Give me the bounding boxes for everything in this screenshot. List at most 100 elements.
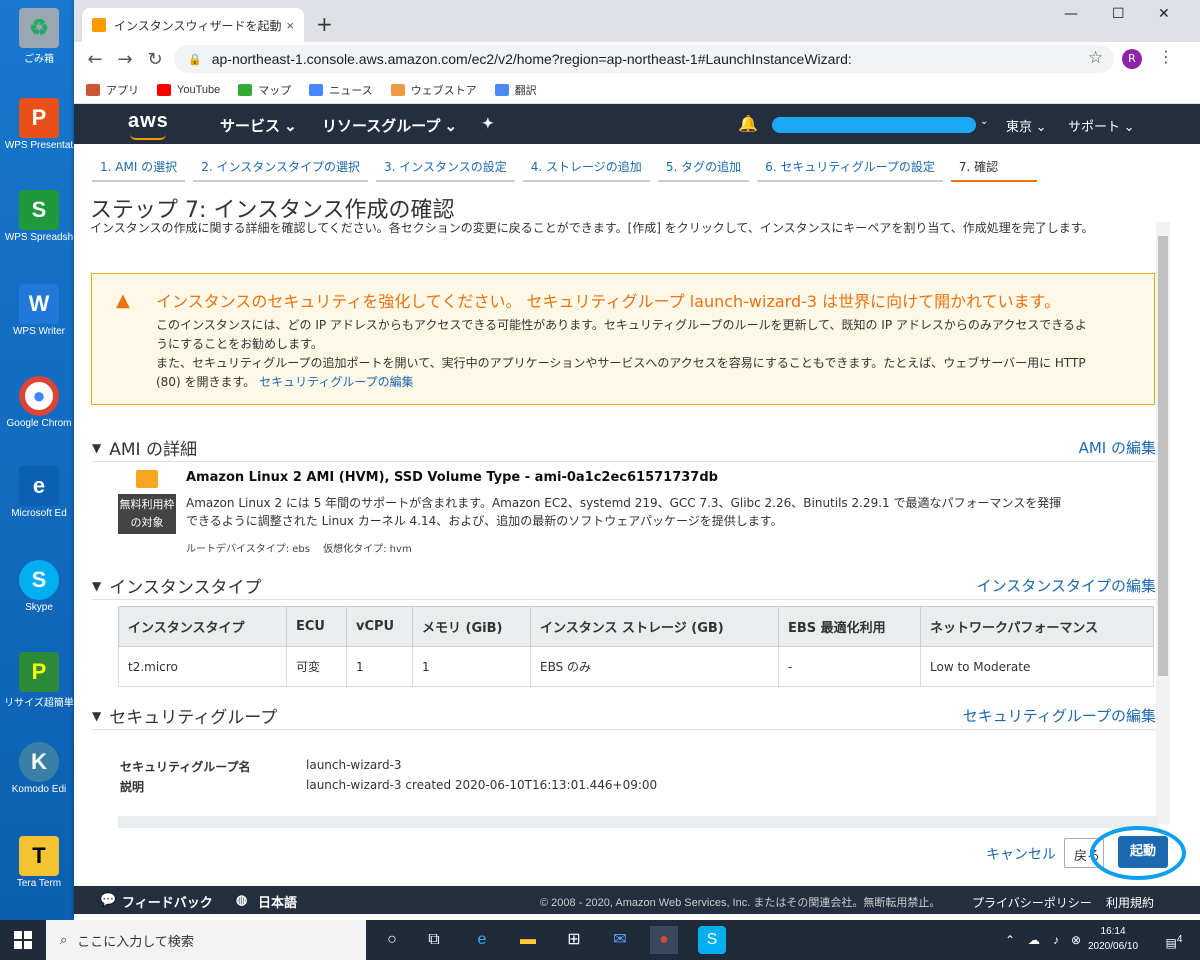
maps-icon: [238, 83, 253, 96]
ime-icon[interactable]: ⊗: [1062, 926, 1090, 954]
edit-security-group-section-link[interactable]: セキュリティグループの編集: [963, 705, 1156, 726]
pin-icon[interactable]: ✦: [482, 115, 494, 132]
tera-term-icon[interactable]: T Tera Term: [4, 836, 74, 889]
bookmark-news[interactable]: ニュース: [309, 82, 373, 98]
window-close-icon[interactable]: ✕: [1158, 6, 1170, 22]
active-tab[interactable]: インスタンスウィザードを起動 | EC2 M ×: [82, 8, 304, 42]
ami-description: Amazon Linux 2 には 5 年間のサポートが含まれます。Amazon…: [186, 496, 1062, 528]
resize-app-icon[interactable]: P リサイズ超簡単: [4, 652, 74, 709]
cortana-icon[interactable]: ○: [378, 926, 406, 954]
cancel-button[interactable]: キャンセル: [986, 844, 1056, 864]
bookmark-star-icon[interactable]: ☆: [1088, 48, 1103, 68]
scrollbar[interactable]: [1156, 222, 1170, 824]
sg-name-label: セキュリティグループ名: [120, 760, 251, 774]
news-icon: [309, 83, 324, 96]
google-chrome-icon[interactable]: ● Google Chrom: [4, 376, 74, 429]
account-chevron-icon[interactable]: ⌄: [980, 116, 988, 127]
step-ami[interactable]: 1. AMI の選択: [92, 152, 186, 182]
sg-desc-value: launch-wizard-3 created 2020-06-10T16:13…: [306, 778, 658, 792]
wps-writer-icon[interactable]: W WPS Writer: [4, 284, 74, 337]
edge-taskbar-icon[interactable]: e: [468, 926, 496, 954]
services-menu[interactable]: サービス ⌄: [220, 115, 297, 136]
new-tab-button[interactable]: +: [316, 12, 333, 36]
collapse-triangle-icon[interactable]: ▼: [92, 709, 101, 723]
security-group-section-header: ▼ セキュリティグループ セキュリティグループの編集: [92, 702, 1156, 730]
privacy-link[interactable]: プライバシーポリシー: [972, 894, 1092, 911]
edit-instance-type-link[interactable]: インスタンスタイプの編集: [977, 575, 1156, 596]
warning-body: このインスタンスには、どの IP アドレスからもアクセスできる可能性があります。…: [156, 318, 1088, 389]
security-warning-box: ▲ インスタンスのセキュリティを強化してください。 セキュリティグループ lau…: [91, 273, 1155, 405]
ami-title: Amazon Linux 2 AMI (HVM), SSD Volume Typ…: [186, 470, 718, 485]
step-instance-type[interactable]: 2. インスタンスタイプの選択: [193, 152, 368, 182]
launch-button[interactable]: 起動: [1118, 836, 1168, 868]
chrome-taskbar-icon[interactable]: ●: [650, 926, 678, 954]
warning-title: インスタンスのセキュリティを強化してください。 セキュリティグループ launc…: [156, 292, 1061, 311]
resource-groups-menu[interactable]: リソースグループ ⌄: [322, 115, 457, 136]
komodo-edit-icon[interactable]: K Komodo Edi: [4, 742, 74, 795]
reload-icon[interactable]: ↻: [140, 49, 170, 70]
scrollbar-thumb[interactable]: [1158, 236, 1168, 676]
bookmark-translate[interactable]: 翻訳: [494, 82, 537, 98]
aws-footer: 💬 フィードバック ◍ 日本語 © 2008 - 2020, Amazon We…: [74, 886, 1200, 914]
edit-security-group-link[interactable]: セキュリティグループの編集: [259, 375, 414, 389]
wps-presentation-icon[interactable]: P WPS Presentat: [4, 98, 74, 151]
minimize-icon[interactable]: —: [1064, 6, 1078, 22]
cube-icon: [136, 470, 158, 488]
taskbar-clock[interactable]: 16:14 2020/06/10: [1088, 924, 1138, 954]
step-review[interactable]: 7. 確認: [950, 152, 1037, 182]
bookmark-webstore[interactable]: ウェブストア: [390, 82, 477, 98]
bookmark-maps[interactable]: マップ: [238, 82, 291, 98]
account-menu[interactable]: [772, 117, 976, 133]
wps-spreadsheet-icon[interactable]: S WPS Spreadsh: [4, 190, 74, 243]
edit-ami-link[interactable]: AMI の編集: [1079, 437, 1156, 458]
bell-icon[interactable]: 🔔: [738, 114, 758, 134]
taskbar-search[interactable]: ⌕ ここに入力して検索: [46, 920, 366, 960]
taskbar: ⌕ ここに入力して検索 ○ ⧉ e ▬ ⊞ ✉ ● S ⌃ ☁ ♪ ⊗ 16:14…: [0, 920, 1200, 960]
bookmarks-bar: アプリ YouTube マップ ニュース ウェブストア 翻訳: [74, 76, 1200, 104]
support-menu[interactable]: サポート ⌄: [1068, 116, 1135, 135]
instance-type-table: インスタンスタイプ ECU vCPU メモリ (GiB) インスタンス ストレー…: [118, 606, 1154, 687]
page-intro: インスタンスの作成に関する詳細を確認してください。各セクションの変更に戻ることが…: [90, 221, 1094, 235]
sg-desc-label: 説明: [120, 780, 145, 794]
aws-favicon-icon: [92, 18, 106, 32]
tab-close-icon[interactable]: ×: [286, 18, 294, 33]
feedback-link[interactable]: フィードバック: [122, 892, 213, 911]
maximize-icon[interactable]: ☐: [1112, 6, 1125, 22]
ami-badge: 無料利用枠の対象: [118, 470, 176, 536]
mail-taskbar-icon[interactable]: ✉: [606, 926, 634, 954]
store-taskbar-icon[interactable]: ⊞: [560, 926, 588, 954]
wizard-actions: キャンセル 戻る 起動: [74, 826, 1186, 886]
collapse-triangle-icon[interactable]: ▼: [92, 441, 101, 455]
aws-logo[interactable]: aws: [128, 110, 169, 133]
copyright-text: © 2008 - 2020, Amazon Web Services, Inc.…: [540, 897, 941, 909]
bookmark-apps[interactable]: アプリ: [86, 82, 139, 98]
step-tags[interactable]: 5. タグの追加: [657, 152, 750, 182]
table-row: t2.micro 可変 1 1 EBS のみ - Low to Moderate: [118, 646, 1154, 687]
explorer-taskbar-icon[interactable]: ▬: [514, 926, 542, 954]
language-link[interactable]: 日本語: [258, 892, 297, 911]
collapse-triangle-icon[interactable]: ▼: [92, 579, 101, 593]
menu-kebab-icon[interactable]: ⋮: [1158, 47, 1174, 66]
apps-grid-icon: [86, 83, 100, 96]
recycle-bin-icon[interactable]: ♻ ごみ箱: [4, 8, 74, 65]
task-view-icon[interactable]: ⧉: [420, 926, 448, 954]
profile-avatar[interactable]: R: [1122, 49, 1142, 69]
step-instance-config[interactable]: 3. インスタンスの設定: [375, 152, 515, 182]
step-storage[interactable]: 4. ストレージの追加: [522, 152, 650, 182]
terms-link[interactable]: 利用規約: [1106, 894, 1154, 911]
forward-arrow-icon[interactable]: →: [110, 49, 140, 70]
region-menu[interactable]: 東京 ⌄: [1006, 116, 1047, 135]
back-arrow-icon[interactable]: ←: [80, 49, 110, 70]
url-field[interactable]: 🔒 ap-northeast-1.console.aws.amazon.com/e…: [174, 45, 1114, 73]
notification-icon[interactable]: ▤4: [1160, 926, 1188, 954]
skype-icon[interactable]: S Skype: [4, 560, 74, 613]
skype-taskbar-icon[interactable]: S: [698, 926, 726, 954]
microsoft-edge-icon[interactable]: e Microsoft Ed: [4, 466, 74, 519]
windows-start-icon[interactable]: [14, 931, 32, 949]
tab-title: インスタンスウィザードを起動 | EC2 M: [114, 18, 286, 33]
tab-strip: インスタンスウィザードを起動 | EC2 M × + — ☐ ✕: [74, 0, 1200, 42]
step-security-group[interactable]: 6. セキュリティグループの設定: [757, 152, 943, 182]
youtube-icon: [157, 83, 171, 96]
browser-window: インスタンスウィザードを起動 | EC2 M × + — ☐ ✕ ← → ↻ 🔒…: [74, 0, 1200, 920]
bookmark-youtube[interactable]: YouTube: [157, 83, 220, 96]
